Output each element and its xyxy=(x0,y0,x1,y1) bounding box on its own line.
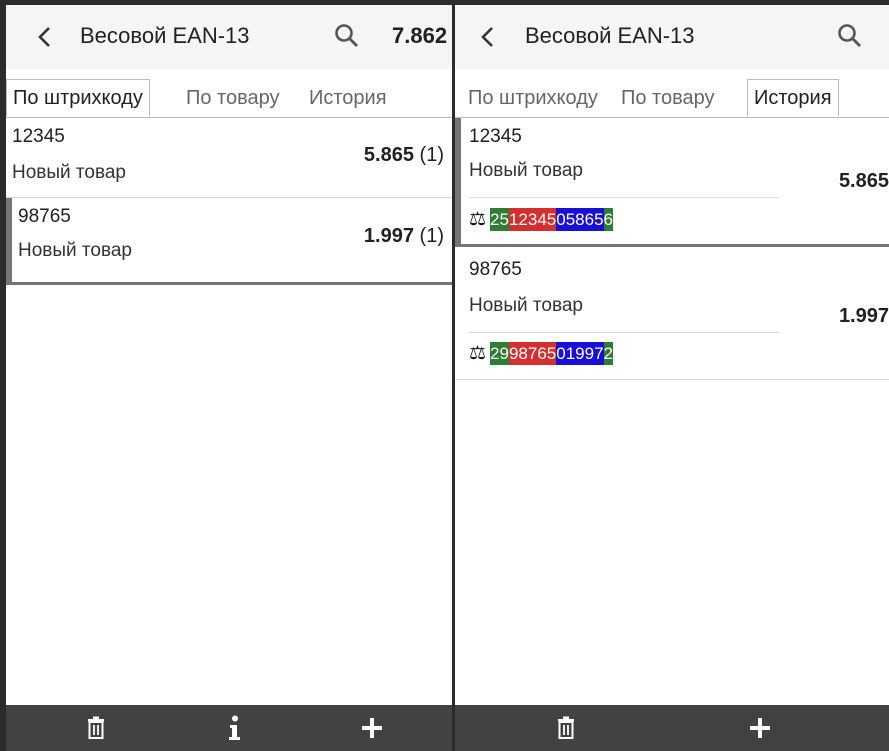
barcode-check: 2 xyxy=(603,342,613,365)
back-button[interactable] xyxy=(473,19,503,55)
back-button[interactable] xyxy=(30,19,60,55)
count-value: (1) xyxy=(419,225,444,247)
barcode-item: 12345 xyxy=(508,208,557,231)
history-item[interactable]: 98765 Новый товар 1.997 ⚖ 29 98765 01997 2 xyxy=(455,247,889,380)
weight-value: 5.865 xyxy=(838,170,889,192)
item-code: 12345 xyxy=(469,126,522,147)
tab-by-product[interactable]: По товару xyxy=(621,80,715,116)
bottom-toolbar xyxy=(6,705,452,751)
divider xyxy=(469,332,779,333)
item-name: Новый товар xyxy=(18,240,132,261)
item-weight: 1.997 (1) xyxy=(364,225,444,248)
screen: Весовой EAN-13 7.862 По штрихкоду По тов… xyxy=(0,0,889,751)
tab-by-barcode[interactable]: По штрихкоду xyxy=(468,80,598,116)
weight-value: 1.997 xyxy=(838,305,889,327)
tab-bar: По штрихкоду По товару История xyxy=(6,69,452,118)
trash-icon xyxy=(88,716,104,739)
plus-icon xyxy=(362,718,382,738)
list-item[interactable]: 12345 Новый товар 5.865 (1) xyxy=(6,118,452,198)
item-weight: 5.865 xyxy=(839,170,889,193)
item-name: Новый товар xyxy=(469,295,583,316)
right-panel: Весовой EAN-13 По штрихкоду По товару Ис… xyxy=(455,5,889,751)
add-button[interactable] xyxy=(357,713,387,743)
barcode-prefix: 29 xyxy=(490,342,509,365)
barcode-check: 6 xyxy=(603,208,613,231)
info-button[interactable] xyxy=(219,713,249,743)
total-weight: 7.862 xyxy=(392,23,448,48)
scale-icon: ⚖ xyxy=(469,209,487,230)
weight-value: 5.865 xyxy=(363,144,414,166)
list-item-selected[interactable]: 98765 Новый товар 1.997 (1) xyxy=(6,198,452,285)
app-bar: Весовой EAN-13 xyxy=(455,5,889,69)
page-title: Весовой EAN-13 xyxy=(80,23,250,48)
chevron-left-icon xyxy=(481,27,493,47)
search-button[interactable] xyxy=(332,21,362,51)
barcode-prefix: 25 xyxy=(490,208,509,231)
scale-icon: ⚖ xyxy=(469,343,487,364)
left-panel: Весовой EAN-13 7.862 По штрихкоду По тов… xyxy=(6,5,452,751)
add-button[interactable] xyxy=(745,713,775,743)
divider xyxy=(469,197,779,198)
app-bar: Весовой EAN-13 7.862 xyxy=(6,5,452,69)
tab-by-barcode[interactable]: По штрихкоду xyxy=(6,79,150,117)
item-weight: 5.865 (1) xyxy=(364,144,444,167)
item-weight: 1.997 xyxy=(839,305,889,328)
item-name: Новый товар xyxy=(469,160,583,181)
page-title: Весовой EAN-13 xyxy=(525,23,695,48)
trash-icon xyxy=(558,716,574,739)
barcode-weight: 01997 xyxy=(556,342,604,365)
barcode-item: 98765 xyxy=(508,342,557,365)
delete-button[interactable] xyxy=(551,713,581,743)
ean-barcode: ⚖ 29 98765 01997 2 xyxy=(469,342,613,365)
ean-barcode: ⚖ 25 12345 05865 6 xyxy=(469,208,613,231)
item-name: Новый товар xyxy=(12,162,126,183)
delete-button[interactable] xyxy=(81,713,111,743)
tab-history[interactable]: История xyxy=(747,79,839,117)
info-icon xyxy=(229,715,240,740)
bottom-toolbar xyxy=(455,705,889,751)
item-code: 98765 xyxy=(469,259,522,280)
history-item-selected[interactable]: 12345 Новый товар 5.865 ⚖ 25 12345 05865 6 xyxy=(455,118,889,247)
tab-by-product[interactable]: По товару xyxy=(186,80,280,116)
tab-bar: По штрихкоду По товару История xyxy=(455,69,889,118)
search-icon xyxy=(335,24,358,47)
weight-value: 1.997 xyxy=(363,225,414,247)
item-code: 98765 xyxy=(18,206,71,227)
barcode-weight: 05865 xyxy=(556,208,604,231)
item-code: 12345 xyxy=(12,126,65,147)
plus-icon xyxy=(750,718,770,738)
chevron-left-icon xyxy=(38,27,50,47)
search-button[interactable] xyxy=(835,21,865,51)
search-icon xyxy=(838,24,861,47)
count-value: (1) xyxy=(419,144,444,166)
tab-history[interactable]: История xyxy=(309,80,387,116)
